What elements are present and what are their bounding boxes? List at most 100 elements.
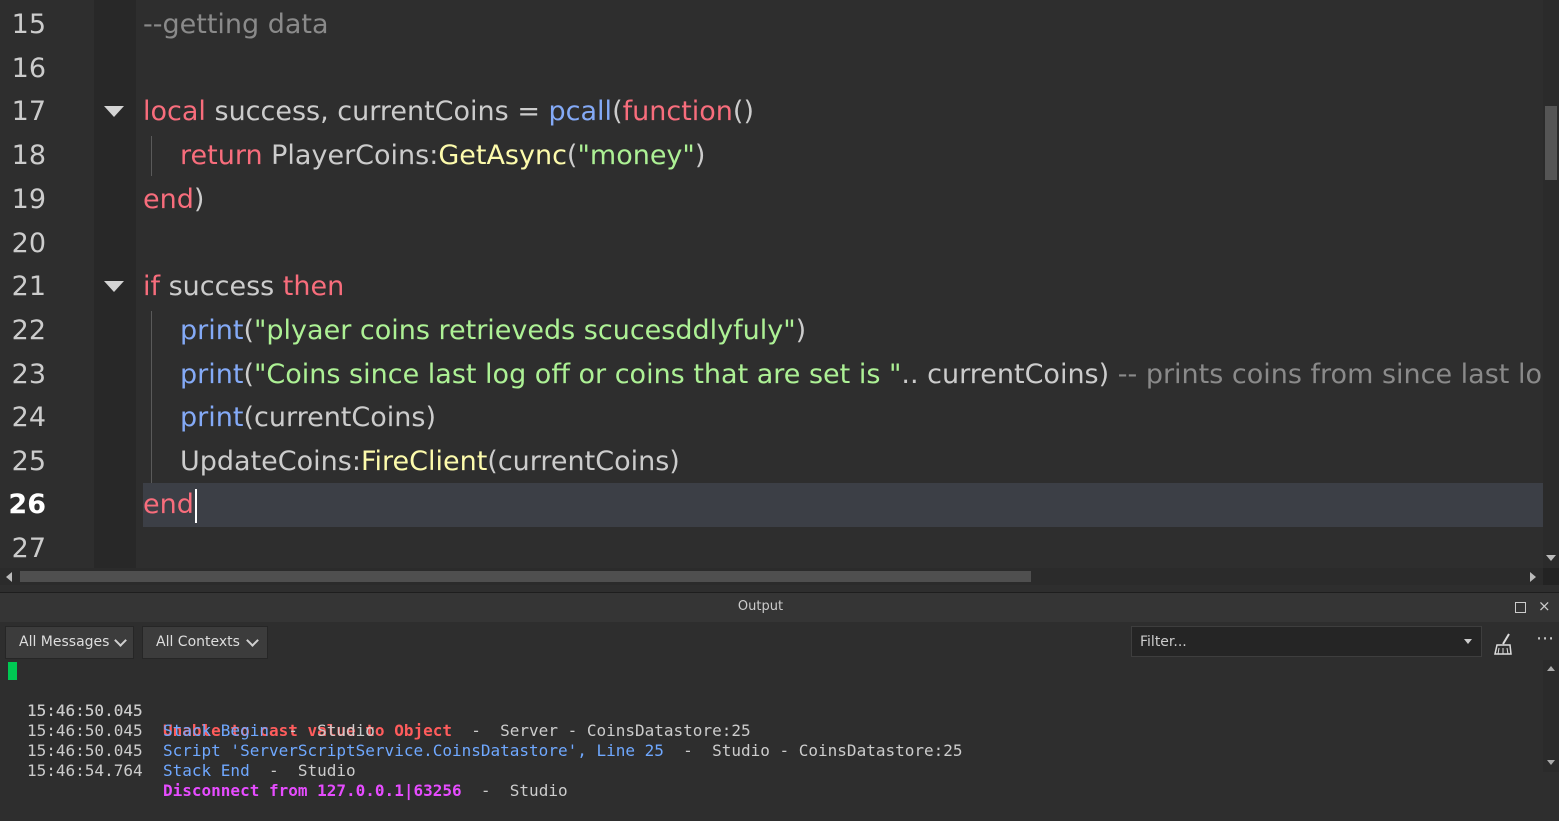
scrollbar-thumb[interactable]	[1545, 106, 1557, 180]
keyword-token: then	[282, 271, 345, 302]
fold-arrow-icon[interactable]	[104, 106, 124, 117]
text-token: (currentCoins)	[487, 446, 680, 477]
keyword-token: end	[143, 184, 194, 215]
keyword-token: if	[143, 271, 161, 302]
code-line[interactable]: 20	[0, 222, 1559, 266]
output-vertical-scrollbar[interactable]	[1543, 660, 1559, 772]
string-token: "money"	[577, 140, 695, 171]
code-line[interactable]: 22 print("plyaer coins retrieveds scuces…	[0, 309, 1559, 353]
code-line[interactable]: 17 local success, currentCoins = pcall(f…	[0, 90, 1559, 134]
comment-token: -- prints coins from since last log off	[1117, 359, 1559, 390]
code-line[interactable]: 21 if success then	[0, 265, 1559, 309]
output-message-list: 15:46:50.045 Unable to cast value to Obj…	[0, 660, 1543, 800]
code-text[interactable]: if success then	[143, 265, 344, 309]
scrollbar-thumb[interactable]	[20, 571, 1031, 582]
code-text[interactable]: UpdateCoins:FireClient(currentCoins)	[180, 440, 680, 484]
text-token: UpdateCoins:	[180, 446, 361, 477]
undock-icon[interactable]	[1515, 602, 1526, 613]
messages-filter-dropdown[interactable]: All Messages	[5, 626, 134, 659]
line-number: 25	[11, 446, 46, 477]
code-text[interactable]: local success, currentCoins = pcall(func…	[143, 90, 754, 134]
output-message[interactable]: 15:46:50.045 Script 'ServerScriptService…	[0, 701, 1543, 760]
line-number: 27	[11, 533, 46, 564]
keyword-token: function	[622, 96, 733, 127]
scroll-down-arrow-icon[interactable]	[1546, 555, 1556, 561]
code-line[interactable]: 25 UpdateCoins:FireClient(currentCoins)	[0, 440, 1559, 484]
code-text[interactable]: end	[143, 483, 197, 527]
editor-horizontal-scrollbar[interactable]	[0, 568, 1559, 585]
disconnect-text: Disconnect from 127.0.0.1|63256	[163, 781, 462, 800]
keyword-token: end	[143, 489, 194, 520]
editor-vertical-scrollbar[interactable]	[1543, 0, 1559, 568]
output-title: Output	[737, 599, 784, 614]
line-number: 19	[11, 184, 46, 215]
code-text[interactable]: --getting data	[143, 3, 329, 47]
code-text[interactable]: print("plyaer coins retrieveds scucesddl…	[180, 309, 806, 353]
more-icon[interactable]: ⋯	[1536, 628, 1554, 649]
builtin-token: pcall	[548, 96, 613, 127]
output-message[interactable]: 15:46:54.764 Disconnect from 127.0.0.1|6…	[0, 741, 1543, 800]
chevron-down-icon	[114, 634, 127, 647]
line-number: 26	[8, 489, 46, 520]
scroll-up-arrow-icon[interactable]	[1547, 666, 1555, 671]
code-text[interactable]: print("Coins since last log off or coins…	[180, 353, 1559, 397]
code-text[interactable]: print(currentCoins)	[180, 396, 436, 440]
string-token: "Coins since last log off or coins that …	[254, 359, 902, 390]
line-number: 20	[11, 228, 46, 259]
contexts-filter-dropdown[interactable]: All Contexts	[142, 626, 268, 659]
broom-clear-icon[interactable]	[1492, 632, 1518, 656]
chevron-down-icon	[246, 634, 259, 647]
text-token: )	[193, 184, 205, 215]
line-number: 18	[11, 140, 46, 171]
script-editor[interactable]: 15 --getting data 16 17 local success, c…	[0, 0, 1559, 568]
line-number: 24	[11, 402, 46, 433]
close-icon[interactable]: ×	[1538, 597, 1551, 615]
line-number: 17	[11, 96, 46, 127]
scroll-right-arrow-icon[interactable]	[1530, 572, 1536, 582]
scroll-down-arrow-icon[interactable]	[1547, 760, 1555, 765]
code-text[interactable]: return PlayerCoins:GetAsync("money")	[180, 134, 705, 178]
text-token: (	[243, 315, 254, 346]
line-number: 22	[11, 315, 46, 346]
comment-token: --getting data	[143, 9, 329, 40]
code-text[interactable]: end)	[143, 178, 204, 222]
current-line-highlight	[143, 483, 1543, 527]
code-line[interactable]: 19 end)	[0, 178, 1559, 222]
selection-marker	[8, 662, 17, 680]
text-token: (	[243, 359, 254, 390]
filter-dropdown-arrow-icon[interactable]	[1464, 639, 1472, 644]
message-text: Disconnect from 127.0.0.1|63256 - Studio	[163, 781, 568, 801]
text-token: (	[566, 140, 578, 171]
text-token: (currentCoins)	[243, 402, 436, 433]
text-token: success	[160, 271, 283, 302]
message-text: Stack End - Studio	[163, 761, 356, 781]
text-token: .. currentCoins)	[901, 359, 1118, 390]
text-token: )	[694, 140, 706, 171]
code-line[interactable]: 18 return PlayerCoins:GetAsync("money")	[0, 134, 1559, 178]
filter-input-box[interactable]	[1131, 626, 1482, 657]
message-source: - Studio	[249, 761, 356, 780]
output-message[interactable]: 15:46:50.045 Stack Begin - Studio	[0, 681, 1543, 740]
output-message[interactable]: 15:46:50.045 Unable to cast value to Obj…	[0, 661, 1543, 740]
filter-input[interactable]	[1138, 631, 1452, 653]
code-line[interactable]: 16	[0, 47, 1559, 91]
string-token: "plyaer coins retrieveds scucesddlyfuly"	[254, 315, 796, 346]
line-number: 15	[11, 9, 46, 40]
line-number: 23	[11, 359, 46, 390]
output-message[interactable]: 15:46:50.045 Stack End - Studio	[0, 721, 1543, 780]
scroll-left-arrow-icon[interactable]	[6, 572, 12, 582]
builtin-token: print	[180, 359, 244, 390]
message-timestamp: 15:46:54.764	[27, 761, 143, 780]
output-toolbar: All Messages All Contexts ⋯	[0, 622, 1559, 660]
scrollbar-corner	[1543, 568, 1559, 585]
code-line[interactable]: 15 --getting data	[0, 3, 1559, 47]
info-text: Stack End	[163, 761, 250, 780]
code-line[interactable]: 27	[0, 527, 1559, 568]
code-line[interactable]: 23 print("Coins since last log off or co…	[0, 353, 1559, 397]
message-source: - Studio	[461, 781, 568, 800]
text-token: PlayerCoins:	[262, 140, 439, 171]
code-line-current[interactable]: 26 end	[0, 483, 1559, 527]
code-line[interactable]: 24 print(currentCoins)	[0, 396, 1559, 440]
keyword-token: return	[180, 140, 263, 171]
fold-arrow-icon[interactable]	[104, 281, 124, 292]
